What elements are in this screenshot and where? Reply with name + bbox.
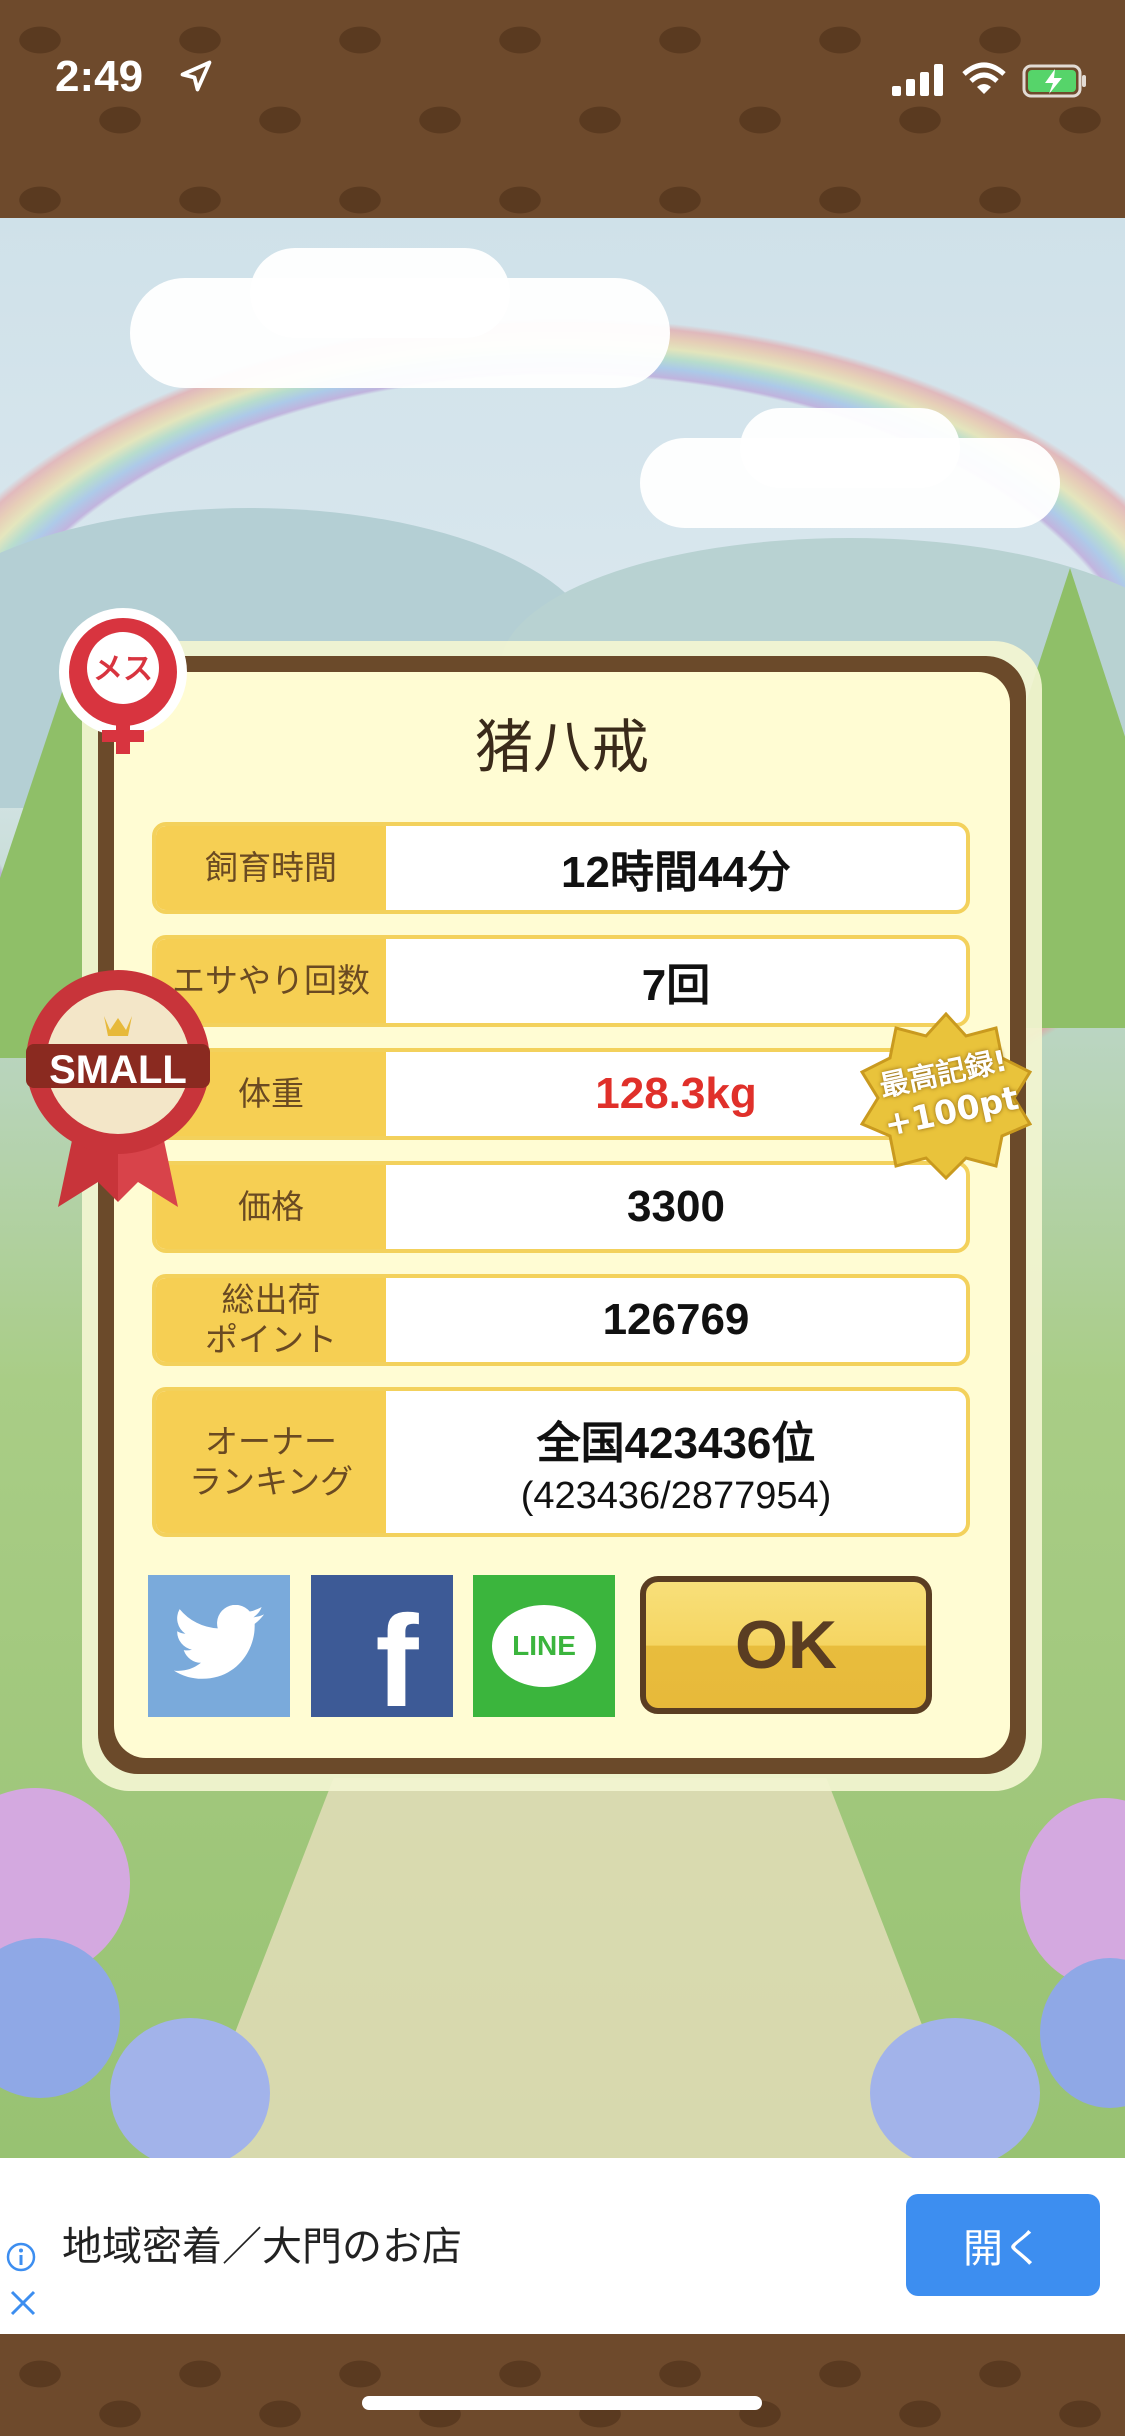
pig-name-title: 猪八戒 [474, 713, 649, 781]
ranking-value: 全国423436位 (423436/2877954) [386, 1391, 966, 1533]
cell-signal-icon [892, 64, 943, 96]
ad-open-button[interactable]: 開く [906, 2194, 1100, 2296]
hydrangea [1040, 1958, 1125, 2108]
stat-row-owner-ranking: オーナー ランキング 全国423436位 (423436/2877954) [152, 1387, 970, 1537]
line-logo-text: LINE [512, 1630, 576, 1661]
stat-label-line: ポイント [205, 1320, 337, 1359]
battery-charging-icon [1022, 64, 1086, 98]
stat-row-feed-count: エサやり回数 7回 [152, 935, 970, 1027]
stat-row-price: 価格 3300 [152, 1161, 970, 1253]
cloud [740, 408, 960, 488]
line-bubble-icon: LINE [492, 1605, 596, 1687]
home-indicator[interactable] [362, 2396, 762, 2410]
hydrangea [870, 2018, 1040, 2158]
stat-label-line: 総出荷 [221, 1280, 321, 1319]
female-badge-label: メス [93, 652, 153, 687]
line-share-button[interactable]: LINE [473, 1575, 615, 1717]
ok-button[interactable]: OK [640, 1576, 932, 1714]
stat-value: 12時間44分 [561, 848, 791, 897]
stat-label-line: ランキング [188, 1462, 353, 1501]
ranking-rank: 全国423436位 [536, 1418, 816, 1468]
twitter-bird-icon [173, 1605, 265, 1679]
stat-row-total-points: 総出荷 ポイント 126769 [152, 1274, 970, 1366]
cloud [250, 248, 510, 338]
ad-close-icon[interactable] [8, 2288, 38, 2318]
ad-banner[interactable]: 地域密着／大門のお店 開く [0, 2158, 1125, 2334]
ad-info-icon[interactable] [6, 2242, 36, 2272]
location-arrow-icon [180, 60, 212, 92]
stat-value: 126769 [602, 1295, 750, 1344]
facebook-share-button[interactable]: f [311, 1575, 453, 1717]
small-badge-label: SMALL [49, 1048, 187, 1092]
facebook-f-icon: f [375, 1588, 419, 1717]
status-bar: 2:49 [0, 0, 1125, 218]
hydrangea [110, 2018, 270, 2158]
stat-row-weight: 体重 128.3kg [152, 1048, 970, 1140]
stat-label: 飼育時間 [156, 826, 386, 910]
stat-label-line: オーナー [204, 1422, 337, 1461]
twitter-share-button[interactable] [148, 1575, 290, 1717]
wifi-icon [962, 62, 1006, 94]
status-time: 2:49 [55, 52, 144, 101]
stat-value: 7回 [641, 961, 711, 1010]
stat-label: 総出荷 ポイント [156, 1278, 386, 1362]
hydrangea [0, 1938, 120, 2098]
ranking-detail: (423436/2877954) [520, 1474, 832, 1517]
ad-text: 地域密着／大門のお店 [62, 2224, 462, 2270]
stat-label: オーナー ランキング [156, 1391, 386, 1533]
stat-row-raising-time: 飼育時間 12時間44分 [152, 822, 970, 914]
bottom-pattern-bar [0, 2334, 1125, 2436]
